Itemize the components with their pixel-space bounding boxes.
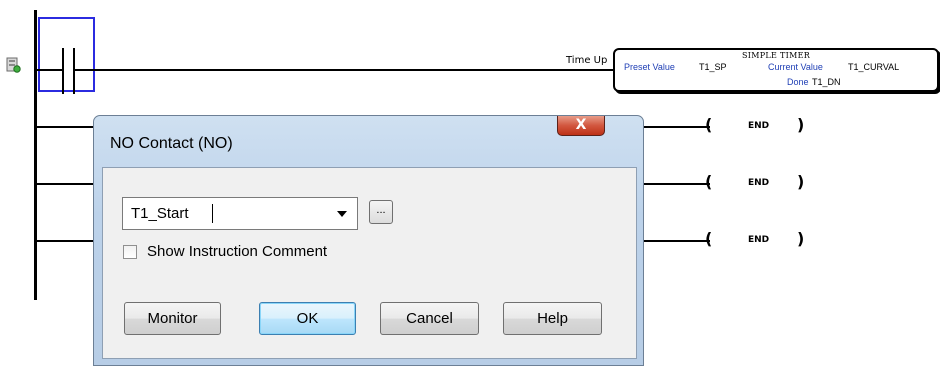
contact-left-bar <box>62 48 64 94</box>
operand-combobox[interactable]: T1_Start <box>122 197 358 230</box>
left-power-rail <box>34 10 37 300</box>
contact-right-bar <box>73 48 75 94</box>
rung-marker-icon <box>6 57 21 74</box>
help-button[interactable]: Help <box>503 302 602 335</box>
close-button[interactable]: X <box>557 116 605 136</box>
rung-1-wire-left <box>37 69 62 71</box>
selected-contact[interactable] <box>38 17 95 92</box>
end-coil-3-open: ( <box>705 172 713 191</box>
simple-timer-block[interactable]: SIMPLE TIMER Preset Value T1_SP Current … <box>613 48 939 92</box>
end-coil-3-close: ) <box>797 172 805 191</box>
dialog-title: NO Contact (NO) <box>110 135 233 152</box>
end-coil-2-open: ( <box>705 115 713 134</box>
chevron-down-icon[interactable] <box>337 211 347 217</box>
end-coil-4-open: ( <box>705 229 713 248</box>
preset-value: T1_SP <box>699 62 727 72</box>
show-comment-label[interactable]: Show Instruction Comment <box>147 243 327 260</box>
end-coil-4-label: END <box>748 235 770 245</box>
no-contact-dialog: NO Contact (NO) X T1_Start ... Show Inst… <box>93 115 644 366</box>
end-coil-2-label: END <box>748 121 770 131</box>
text-caret <box>212 204 213 223</box>
current-value: T1_CURVAL <box>848 62 900 72</box>
timer-title: SIMPLE TIMER <box>741 51 811 60</box>
show-comment-checkbox[interactable] <box>123 245 137 259</box>
browse-button[interactable]: ... <box>369 200 393 224</box>
current-value-label: Current Value <box>768 62 823 72</box>
ok-button[interactable]: OK <box>259 302 356 335</box>
preset-value-label: Preset Value <box>624 62 675 72</box>
close-icon: X <box>575 117 587 133</box>
end-coil-2-close: ) <box>797 115 805 134</box>
done-label: Done <box>787 77 809 87</box>
time-up-label: Time Up <box>566 55 608 66</box>
end-coil-3-label: END <box>748 178 770 188</box>
cancel-button[interactable]: Cancel <box>380 302 479 335</box>
rung-1-wire <box>75 69 613 71</box>
monitor-button[interactable]: Monitor <box>124 302 221 335</box>
end-coil-4-close: ) <box>797 229 805 248</box>
operand-value: T1_Start <box>131 205 189 222</box>
done-value: T1_DN <box>812 77 841 87</box>
